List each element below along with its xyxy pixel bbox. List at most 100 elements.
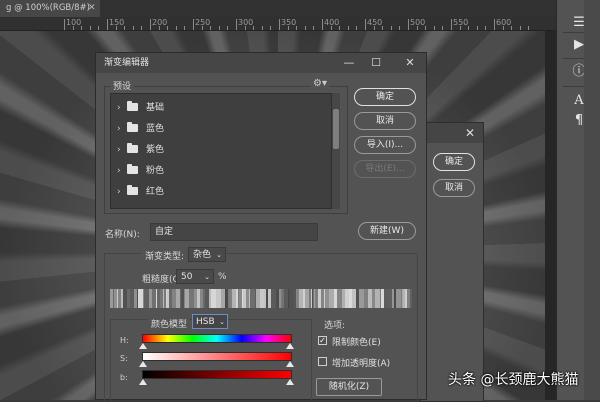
ruler-minor-tick [399, 26, 401, 30]
minimize-icon[interactable]: — [341, 55, 357, 71]
noise-stripe [225, 289, 228, 308]
gradient-type-label: 渐变类型: [142, 249, 188, 262]
ruler-minor-tick [201, 26, 203, 30]
preset-folder[interactable]: › 蓝色 [117, 120, 164, 138]
ruler-minor-tick [296, 26, 298, 30]
saturation-slider[interactable] [142, 352, 292, 361]
noise-gradient-preview [110, 289, 412, 308]
chevron-down-icon: ⌄ [216, 251, 222, 259]
noise-stripe [239, 289, 242, 308]
preset-folder-label: 紫色 [146, 145, 165, 155]
noise-stripe [110, 289, 113, 308]
color-model-select[interactable]: HSB ⌄ [192, 314, 228, 329]
preset-folder[interactable]: › 紫色 [117, 141, 164, 159]
gradient-type-select[interactable]: 杂色 ⌄ [188, 247, 226, 262]
chevron-right-icon[interactable]: › [117, 141, 127, 159]
saturation-max-thumb[interactable] [286, 361, 294, 367]
cancel-button[interactable]: 取消 [354, 112, 416, 130]
ruler-major-tick [107, 19, 108, 30]
randomize-button[interactable]: 随机化(Z) [316, 378, 382, 396]
noise-stripe [380, 289, 381, 308]
brightness-min-thumb[interactable] [139, 379, 147, 385]
brightness-slider[interactable] [142, 370, 292, 379]
preset-folder[interactable]: › 红色 [117, 183, 164, 201]
ruler-minor-tick [425, 26, 427, 30]
noise-stripe [255, 289, 256, 308]
preset-folder[interactable]: › 基础 [117, 99, 164, 117]
options-label: 选项: [324, 321, 346, 331]
ruler-label: 300 [238, 18, 254, 27]
close-tab-icon[interactable]: ✕ [88, 0, 100, 17]
noise-stripe [305, 289, 309, 308]
ruler-minor-tick [132, 26, 134, 30]
document-tab[interactable]: g @ 100%(RGB/8#) [0, 0, 100, 17]
roughness-input[interactable]: 50 ⌄ [176, 269, 214, 284]
noise-stripe [267, 289, 268, 308]
chevron-right-icon[interactable]: › [117, 183, 127, 201]
chevron-down-icon[interactable]: ⌄ [204, 270, 210, 285]
chevron-right-icon[interactable]: › [117, 120, 127, 138]
noise-stripe [388, 289, 392, 308]
chevron-right-icon[interactable]: › [117, 99, 127, 117]
noise-stripe [113, 289, 114, 308]
hue-min-thumb[interactable] [139, 343, 147, 349]
ok-button[interactable]: 确定 [354, 88, 416, 106]
secondary-ok-button[interactable]: 确定 [433, 153, 475, 171]
ruler-minor-tick [72, 26, 74, 30]
secondary-cancel-button[interactable]: 取消 [433, 179, 475, 197]
hue-slider[interactable] [142, 334, 292, 343]
noise-stripe [300, 289, 303, 308]
scrollbar-thumb[interactable] [333, 109, 339, 149]
new-button[interactable]: 新建(W) [358, 222, 416, 240]
ruler-major-tick [494, 19, 495, 30]
saturation-min-thumb[interactable] [139, 361, 147, 367]
close-icon[interactable]: ✕ [402, 55, 418, 71]
noise-stripe [276, 289, 279, 308]
ruler-label: 550 [453, 18, 469, 27]
gear-icon[interactable]: ⚙▾ [311, 78, 329, 89]
noise-stripe [194, 289, 197, 308]
folder-icon [127, 163, 138, 174]
preset-folder[interactable]: › 粉色 [117, 162, 164, 180]
noise-stripe [313, 289, 314, 308]
noise-stripe [200, 289, 203, 308]
pasteboard [545, 31, 556, 400]
noise-stripe [268, 289, 271, 308]
restrict-colors-checkbox[interactable]: ✓ [318, 336, 327, 345]
ruler-major-tick [279, 19, 280, 30]
ruler-label: 600 [496, 18, 512, 27]
gradient-editor-dialog: 渐变编辑器 — ☐ ✕ 预设 ⚙▾ › 基础 › 蓝色 › 紫色 › 粉色 › 红色 确定… [95, 52, 427, 401]
hue-max-thumb[interactable] [286, 343, 294, 349]
add-transparency-checkbox[interactable] [318, 357, 327, 366]
gradient-type-value: 杂色 [193, 250, 212, 260]
noise-stripe [337, 289, 342, 308]
noise-stripe [356, 289, 359, 308]
ruler-major-tick [236, 19, 237, 30]
name-input[interactable]: 自定 [150, 223, 318, 241]
noise-stripe [181, 289, 184, 308]
noise-stripe [410, 289, 412, 308]
preset-list[interactable]: › 基础 › 蓝色 › 紫色 › 粉色 › 红色 [110, 93, 332, 209]
ruler-minor-tick [89, 26, 91, 30]
noise-stripe [289, 289, 293, 308]
chevron-right-icon[interactable]: › [117, 162, 127, 180]
close-icon[interactable]: ✕ [463, 126, 477, 140]
brightness-max-thumb[interactable] [286, 379, 294, 385]
watermark: 头条 @长颈鹿大熊猫 [448, 372, 579, 388]
noise-stripe [197, 289, 200, 308]
noise-stripe [401, 289, 402, 308]
noise-stripe [118, 289, 121, 308]
ruler-label: 150 [109, 18, 125, 27]
ruler-minor-tick [356, 26, 358, 30]
noise-stripe [156, 289, 157, 308]
noise-stripe [279, 289, 281, 308]
ruler-minor-tick [442, 26, 444, 30]
import-button[interactable]: 导入(I)... [354, 136, 416, 154]
maximize-icon[interactable]: ☐ [368, 55, 384, 71]
restrict-colors-label: 限制颜色(E) [332, 338, 381, 348]
preset-folder-label: 基础 [146, 103, 165, 113]
noise-stripe [143, 289, 144, 308]
noise-stripe [405, 289, 407, 308]
ruler-minor-tick [167, 26, 169, 30]
noise-stripe [157, 289, 160, 308]
